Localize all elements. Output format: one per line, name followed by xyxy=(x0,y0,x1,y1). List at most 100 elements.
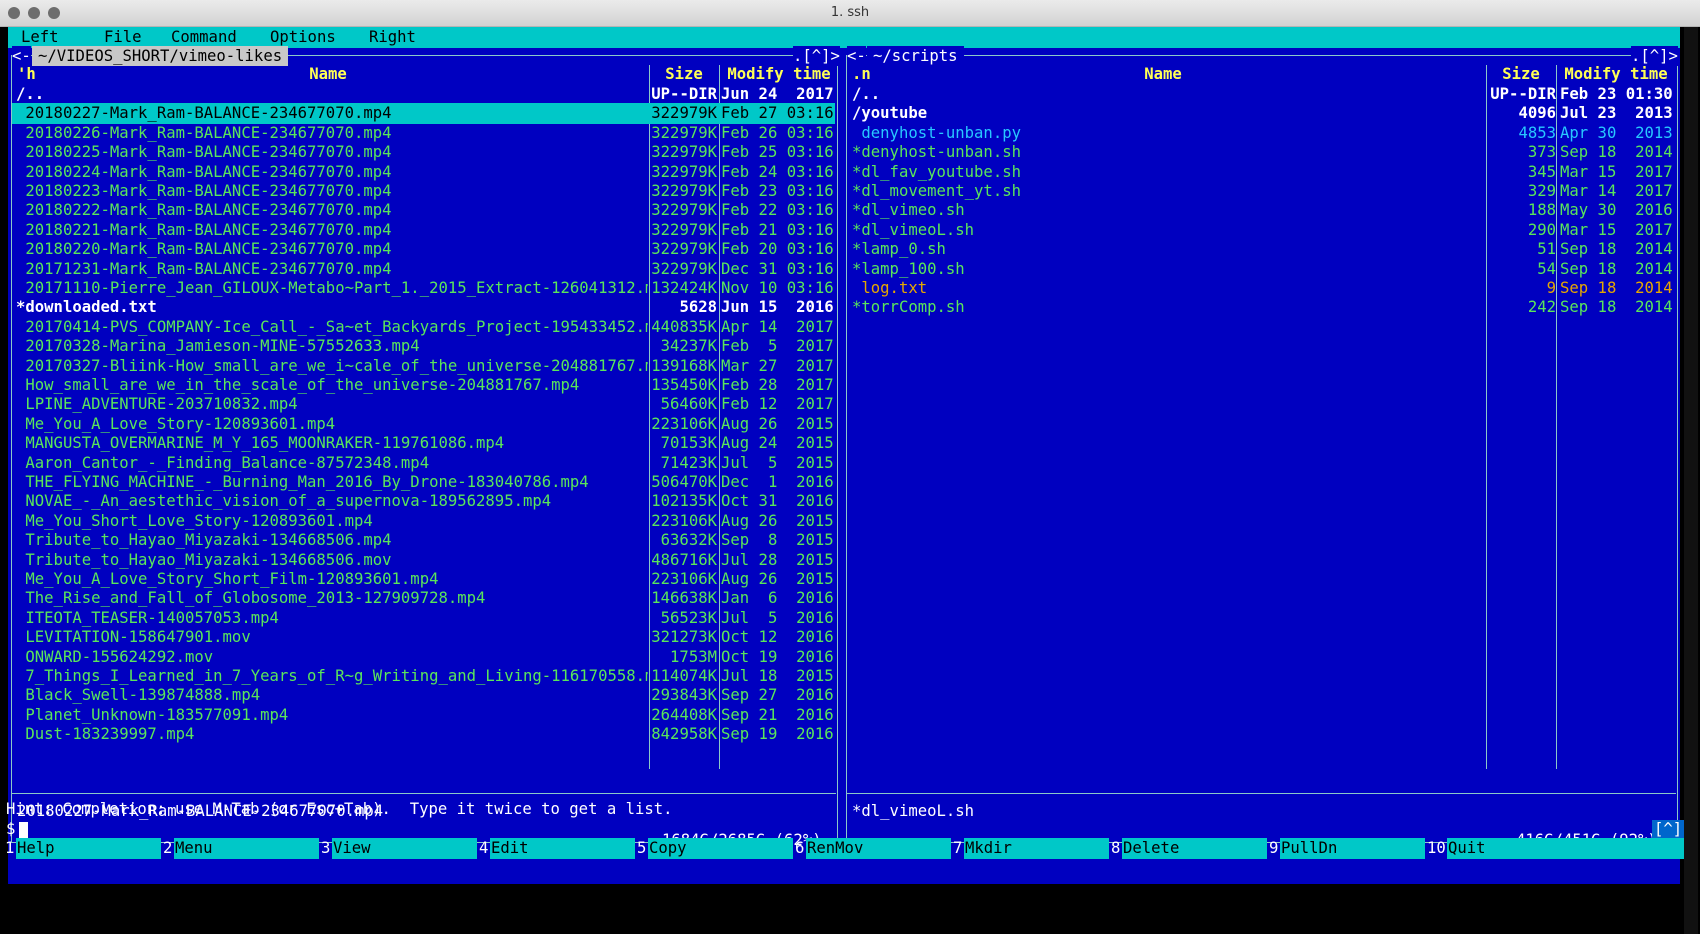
command-history-button[interactable]: [^] xyxy=(1652,820,1685,839)
menu-right[interactable]: Right xyxy=(369,27,416,48)
file-row[interactable]: 20180224-Mark_Ram-BALANCE-234677070.mp4 3… xyxy=(12,162,835,183)
file-row[interactable]: Planet_Unknown-183577091.mp4 264408K Sep 2… xyxy=(12,705,835,726)
file-row[interactable]: /.. UP--DIR Jun 24 2017 xyxy=(12,84,835,105)
menu-left[interactable]: Left xyxy=(21,27,59,48)
right-panel-corner-menu[interactable]: .[^]> xyxy=(1631,46,1678,66)
file-size: 264408K xyxy=(651,705,717,724)
file-row[interactable]: 20170414-PVS_COMPANY-Ice_Call_-_Sa~et_Ba… xyxy=(12,317,835,338)
file-row[interactable]: *dl_vimeo.sh 188 May 30 2016 xyxy=(847,200,1675,221)
right-panel-path[interactable]: ~/scripts xyxy=(867,46,964,66)
function-key-label: Quit xyxy=(1447,838,1688,859)
file-row[interactable]: THE_FLYING_MACHINE_-_Burning_Man_2016_By… xyxy=(12,472,835,493)
right-panel-name-header[interactable]: Name xyxy=(841,64,1485,84)
file-row[interactable]: *downloaded.txt 5628 Jun 15 2016 xyxy=(12,297,835,318)
file-row[interactable]: 20180227-Mark_Ram-BALANCE-234677070.mp4 3… xyxy=(12,103,835,125)
file-row[interactable]: /.. UP--DIR Feb 23 01:30 xyxy=(847,84,1675,105)
file-row[interactable]: *dl_movement_yt.sh 329 Mar 14 2017 xyxy=(847,181,1675,202)
file-row[interactable]: The_Rise_and_Fall_of_Globosome_2013-1279… xyxy=(12,588,835,609)
right-panel-time-header[interactable]: Modify time xyxy=(1560,64,1672,84)
file-row[interactable]: *denyhost-unban.sh 373 Sep 18 2014 xyxy=(847,142,1675,163)
function-key-help[interactable]: 1 Help xyxy=(5,838,163,859)
file-row[interactable]: Me_You_Short_Love_Story-120893601.mp4 223… xyxy=(12,511,835,532)
file-row[interactable]: LEVITATION-158647901.mov 321273K Oct 12 20… xyxy=(12,627,835,648)
file-row[interactable]: *dl_vimeoL.sh 290 Mar 15 2017 xyxy=(847,220,1675,241)
function-key-label: Edit xyxy=(490,838,635,859)
function-key-pulldn[interactable]: 9 PullDn xyxy=(1269,838,1427,859)
menu-file[interactable]: File xyxy=(104,27,142,48)
function-key-view[interactable]: 3 View xyxy=(321,838,479,859)
file-row[interactable]: 20180225-Mark_Ram-BALANCE-234677070.mp4 3… xyxy=(12,142,835,163)
function-key-number: 2 xyxy=(163,839,173,857)
right-panel-history-button[interactable]: <- xyxy=(847,46,866,66)
file-name: /.. xyxy=(16,85,45,103)
right-panel-size-header[interactable]: Size xyxy=(1490,64,1552,84)
file-row[interactable]: 20170328-Marina_Jamieson-MINE-57552633.m… xyxy=(12,336,835,357)
right-panel[interactable]: <- ~/scripts .[^]> .n Name Size Modify t… xyxy=(841,46,1680,884)
file-size: 842958K xyxy=(651,725,717,744)
file-size: 146638K xyxy=(651,589,717,608)
file-row[interactable]: 7_Things_I_Learned_in_7_Years_of_R~g_Wri… xyxy=(12,666,835,687)
file-row[interactable]: 20170327-Bliink-How_small_are_we_i~cale_… xyxy=(12,356,835,377)
file-size: 290 xyxy=(1527,220,1556,239)
file-row[interactable]: Dust-183239997.mp4 842958K Sep 19 2016 xyxy=(12,724,835,745)
file-row[interactable]: Tribute_to_Hayao_Miyazaki-134668506.mp4 6… xyxy=(12,530,835,551)
file-row[interactable]: 20180220-Mark_Ram-BALANCE-234677070.mp4 3… xyxy=(12,239,835,260)
function-key-mkdir[interactable]: 7 Mkdir xyxy=(953,838,1111,859)
left-panel-size-header[interactable]: Size xyxy=(653,64,715,84)
file-row[interactable]: 20171231-Mark_Ram-BALANCE-234677070.mp4 3… xyxy=(12,259,835,280)
file-row[interactable]: 20171110-Pierre_Jean_GILOUX-Metabo~Part_… xyxy=(12,278,835,299)
left-panel-history-button[interactable]: <- xyxy=(12,46,31,66)
function-key-delete[interactable]: 8 Delete xyxy=(1111,838,1269,859)
file-row[interactable]: *dl_fav_youtube.sh 345 Mar 15 2017 xyxy=(847,162,1675,183)
file-size: 114074K xyxy=(651,667,717,685)
zoom-window-button[interactable] xyxy=(48,7,60,19)
terminal-scrollbar[interactable] xyxy=(1684,27,1698,934)
command-line-cursor[interactable] xyxy=(19,822,28,838)
file-row[interactable]: ONWARD-155624292.mov 1753M Oct 19 2016 xyxy=(12,647,835,668)
file-row[interactable]: Aaron_Cantor_-_Finding_Balance-87572348.… xyxy=(12,453,835,474)
file-row[interactable]: 20180222-Mark_Ram-BALANCE-234677070.mp4 3… xyxy=(12,200,835,221)
menu-command[interactable]: Command xyxy=(171,27,237,48)
function-key-copy[interactable]: 5 Copy xyxy=(637,838,795,859)
file-mtime: Mar 27 2017 xyxy=(721,356,834,375)
file-row[interactable]: Black_Swell-139874888.mp4 293843K Sep 27 2… xyxy=(12,685,835,706)
close-window-button[interactable] xyxy=(8,7,20,19)
file-row[interactable]: *torrComp.sh 242 Sep 18 2014 xyxy=(847,297,1675,318)
file-row[interactable]: LPINE_ADVENTURE-203710832.mp4 56460K Feb 1… xyxy=(12,394,835,415)
minimize-window-button[interactable] xyxy=(28,7,40,19)
file-row[interactable]: denyhost-unban.py 4853 Apr 30 2013 xyxy=(847,123,1675,144)
file-row[interactable]: ITEOTA_TEASER-140057053.mp4 56523K Jul 5 2… xyxy=(12,608,835,629)
file-row[interactable]: 20180221-Mark_Ram-BALANCE-234677070.mp4 3… xyxy=(12,220,835,241)
file-mtime: Aug 26 2015 xyxy=(721,414,834,433)
function-key-number: 10 xyxy=(1427,839,1446,857)
file-mtime: Feb 25 03:16 xyxy=(721,143,834,162)
file-row[interactable]: Me_You_A_Love_Story_Short_Film-120893601… xyxy=(12,569,835,590)
file-row[interactable]: Tribute_to_Hayao_Miyazaki-134668506.mov 4… xyxy=(12,550,835,571)
function-key-label: View xyxy=(332,838,477,859)
file-row[interactable]: 20180226-Mark_Ram-BALANCE-234677070.mp4 3… xyxy=(12,123,835,144)
left-panel[interactable]: <- ~/VIDEOS_SHORT/vimeo-likes .[^]> 'h N… xyxy=(8,46,841,884)
file-size: 322979K xyxy=(651,220,717,239)
left-panel-path[interactable]: ~/VIDEOS_SHORT/vimeo-likes xyxy=(32,46,289,66)
left-panel-time-header[interactable]: Modify time xyxy=(723,64,835,84)
file-mtime: Feb 23 03:16 xyxy=(721,182,834,200)
file-name: *denyhost-unban.sh xyxy=(852,143,1021,162)
function-key-edit[interactable]: 4 Edit xyxy=(479,838,637,859)
file-row[interactable]: log.txt 9 Sep 18 2014 xyxy=(847,278,1675,299)
file-name: Dust-183239997.mp4 xyxy=(16,725,195,744)
file-row[interactable]: 20180223-Mark_Ram-BALANCE-234677070.mp4 3… xyxy=(12,181,835,202)
file-row[interactable]: NOVAE_-_An_aestethic_vision_of_a_superno… xyxy=(12,491,835,512)
file-row[interactable]: Me_You_A_Love_Story-120893601.mp4 223106K… xyxy=(12,414,835,435)
file-name: *lamp_100.sh xyxy=(852,259,965,278)
function-key-menu[interactable]: 2 Menu xyxy=(163,838,321,859)
file-row[interactable]: *lamp_0.sh 51 Sep 18 2014 xyxy=(847,239,1675,260)
left-panel-name-header[interactable]: Name xyxy=(8,64,648,84)
file-row[interactable]: *lamp_100.sh 54 Sep 18 2014 xyxy=(847,259,1675,280)
file-row[interactable]: How_small_are_we_in_the_scale_of_the_uni… xyxy=(12,375,835,396)
left-panel-corner-menu[interactable]: .[^]> xyxy=(793,46,840,66)
menu-options[interactable]: Options xyxy=(270,27,336,48)
function-key-quit[interactable]: 10 Quit xyxy=(1427,838,1688,859)
file-row[interactable]: MANGUSTA_OVERMARINE_M_Y_165_MOONRAKER-11… xyxy=(12,433,835,454)
function-key-renmov[interactable]: 6 RenMov xyxy=(795,838,953,859)
file-row[interactable]: /youtube 4096 Jul 23 2013 xyxy=(847,103,1675,124)
